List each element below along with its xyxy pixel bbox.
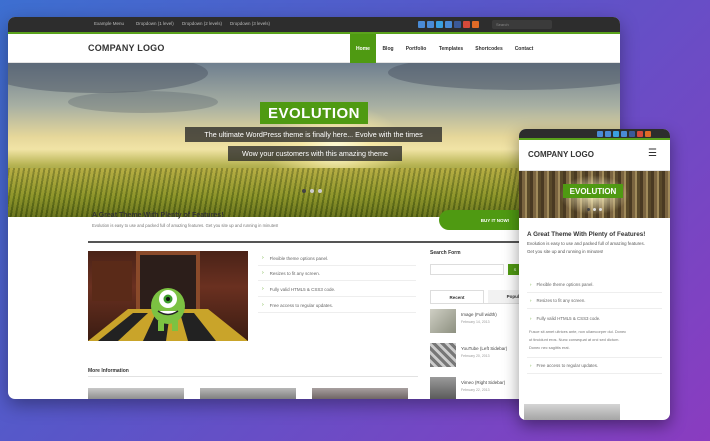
post-title[interactable]: YouTube (Left Sidebar): [461, 346, 507, 351]
feature-label: Free access to regular updates.: [536, 363, 599, 368]
portfolio-thumbnail[interactable]: [88, 388, 184, 399]
social-icon[interactable]: [427, 21, 434, 28]
mobile-feature-item[interactable]: › Flexible theme options panel.: [527, 277, 662, 293]
slider-dot[interactable]: [593, 208, 596, 211]
slider-dot[interactable]: [310, 189, 314, 193]
mobile-features-heading: A Great Theme With Plenty of Features!: [527, 231, 646, 238]
features-subtitle: Evolution is easy to use and packed full…: [92, 223, 279, 228]
topbar-link[interactable]: Dropdown (3 levels): [230, 21, 270, 26]
post-thumbnail: [430, 343, 456, 367]
chevron-right-icon: ›: [262, 270, 264, 276]
mobile-company-logo[interactable]: COMPANY LOGO: [528, 150, 594, 159]
rss-icon[interactable]: [472, 21, 479, 28]
post-thumbnail: [430, 377, 456, 399]
mobile-hero-title: EVOLUTION: [563, 184, 623, 198]
topbar-link[interactable]: Dropdown (2 levels): [182, 21, 222, 26]
social-icon[interactable]: [597, 131, 603, 137]
rss-icon[interactable]: [645, 131, 651, 137]
main-navigation: COMPANY LOGO Home Blog Portfolio Templat…: [8, 34, 620, 63]
mobile-portfolio-thumbnail[interactable]: [524, 404, 620, 420]
topbar-search-input[interactable]: Search: [492, 20, 552, 29]
mobile-feature-item[interactable]: › Free access to regular updates.: [527, 358, 662, 374]
chevron-right-icon: ›: [530, 298, 532, 303]
chevron-right-icon: ›: [530, 363, 532, 368]
feature-image: [88, 251, 248, 341]
post-date: February 14, 2013: [461, 320, 490, 324]
feature-label: Fully valid HTML5 & CSS3 code.: [269, 286, 336, 292]
post-date: February 22, 2013: [461, 388, 490, 392]
monster-illustration: [88, 251, 248, 341]
feature-label: Flexible theme options panel.: [269, 255, 329, 261]
social-icon[interactable]: [621, 131, 627, 137]
portfolio-thumbnail[interactable]: [200, 388, 296, 399]
social-icon[interactable]: [637, 131, 643, 137]
nav-contact[interactable]: Contact: [510, 34, 538, 63]
social-icon[interactable]: [605, 131, 611, 137]
nav-shortcodes[interactable]: Shortcodes: [471, 34, 507, 63]
chevron-right-icon: ›: [262, 302, 264, 308]
social-icon[interactable]: [463, 21, 470, 28]
feature-label: Free access to regular updates.: [269, 302, 333, 308]
chevron-right-icon: ›: [262, 255, 264, 261]
hero-caption: The ultimate WordPress theme is finally …: [185, 127, 442, 142]
post-thumbnail: [430, 309, 456, 333]
feature-list-item: › Flexible theme options panel.: [258, 251, 416, 266]
social-icon[interactable]: [613, 131, 619, 137]
hamburger-menu-icon[interactable]: ☰: [648, 149, 660, 159]
post-title[interactable]: Vimeo (Right Sidebar): [461, 380, 505, 385]
mobile-feature-item[interactable]: › Resizes to fit any screen.: [527, 293, 662, 309]
portfolio-thumbnail[interactable]: [312, 388, 408, 399]
cloud: [388, 63, 620, 90]
feature-list-item: › Free access to regular updates.: [258, 298, 416, 313]
feature-list-item: › Fully valid HTML5 & CSS3 code.: [258, 282, 416, 297]
chevron-right-icon: ›: [530, 282, 532, 287]
cloud: [68, 91, 218, 113]
slider-dot[interactable]: [599, 208, 602, 211]
slider-dot[interactable]: [302, 189, 306, 193]
accordion-text: Fusce sit amet ultrices ante, non ullamc…: [529, 329, 627, 334]
accordion-text: Donec nec sagittis erat.: [529, 345, 570, 350]
social-icon[interactable]: [445, 21, 452, 28]
nav-portfolio[interactable]: Portfolio: [401, 34, 431, 63]
tab-recent[interactable]: Recent: [430, 290, 484, 303]
chevron-right-icon: ›: [262, 286, 264, 292]
mobile-preview: COMPANY LOGO ☰ EVOLUTION A Great Theme W…: [519, 129, 670, 420]
section-divider: [88, 241, 556, 243]
feature-label: Resizes to fit any screen.: [269, 270, 320, 276]
nav-templates[interactable]: Templates: [434, 34, 468, 63]
chevron-down-icon: ›: [530, 315, 532, 321]
section-line: [88, 376, 418, 377]
mobile-feature-item-open[interactable]: › Fully valid HTML5 & CSS3 code.: [527, 310, 662, 326]
company-logo[interactable]: COMPANY LOGO: [88, 43, 165, 53]
cloud: [8, 63, 208, 93]
topbar-link[interactable]: Dropdown (1 level): [136, 21, 174, 26]
social-icon[interactable]: [629, 131, 635, 137]
social-icon[interactable]: [454, 21, 461, 28]
social-icon[interactable]: [418, 21, 425, 28]
topbar-link[interactable]: Example Menu: [94, 21, 124, 26]
feature-label: Fully valid HTML5 & CSS3 code.: [536, 315, 601, 321]
more-information-heading: More Information: [88, 368, 129, 374]
slider-dot[interactable]: [587, 208, 590, 211]
slider-dot[interactable]: [318, 189, 322, 193]
post-title[interactable]: Image (Full width): [461, 312, 497, 317]
mobile-features-subtitle: Get you site up and running in minutes!: [527, 249, 604, 254]
hero-title: EVOLUTION: [260, 102, 368, 124]
post-date: February 20, 2013: [461, 354, 490, 358]
feature-label: Resizes to fit any screen.: [536, 298, 586, 303]
social-icon[interactable]: [436, 21, 443, 28]
features-heading: A Great Theme With Plenty of Features!: [92, 212, 224, 219]
nav-home[interactable]: Home: [350, 34, 376, 63]
feature-list-item: › Resizes to fit any screen.: [258, 266, 416, 281]
mobile-features-subtitle: Evolution is easy to use and packed full…: [527, 241, 645, 246]
sidebar-search-input[interactable]: [430, 264, 504, 275]
hero-caption: Wow your customers with this amazing the…: [228, 146, 402, 161]
mobile-top-bar: [519, 129, 670, 140]
feature-label: Flexible theme options panel.: [536, 282, 594, 287]
nav-blog[interactable]: Blog: [377, 34, 399, 63]
top-bar: Example Menu Dropdown (1 level) Dropdown…: [8, 17, 620, 34]
accordion-text: ut tincidunt eros. Nunc consequat at orc…: [529, 337, 620, 342]
search-form-title: Search Form: [430, 250, 461, 256]
